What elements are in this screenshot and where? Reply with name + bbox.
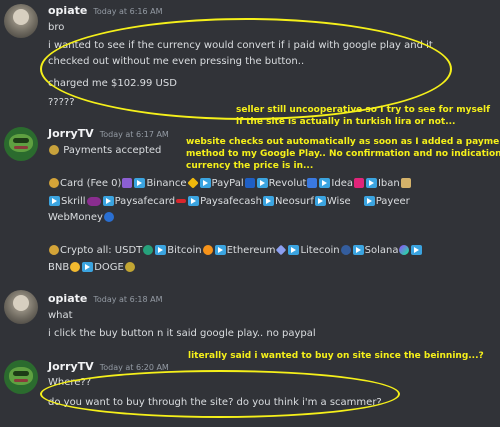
arrow-icon <box>214 245 226 255</box>
arrow-icon <box>199 178 211 188</box>
arrow-icon <box>363 196 375 206</box>
card-icon <box>122 178 133 188</box>
message-text: ????? <box>48 97 75 108</box>
username[interactable]: opiate Today at 6:16 AM <box>48 4 163 17</box>
ethereum-icon <box>276 244 287 256</box>
bnb-icon <box>70 262 81 272</box>
chat-log: opiate Today at 6:16 AM bro i wanted to s… <box>0 0 500 427</box>
arrow-icon <box>319 178 331 188</box>
doge-icon <box>124 262 135 272</box>
avatar[interactable] <box>4 360 38 394</box>
arrow-icon <box>134 178 146 188</box>
username[interactable]: JorryTV Today at 6:20 AM <box>48 360 169 373</box>
arrow-icon <box>352 245 364 255</box>
annotation-note-2: website checks out automatically as soon… <box>186 137 500 171</box>
arrow-icon <box>155 245 167 255</box>
avatar[interactable] <box>4 127 38 161</box>
username[interactable]: opiate Today at 6:18 AM <box>48 292 163 305</box>
annotation-note-3: literally said i wanted to buy on site s… <box>188 351 484 361</box>
arrow-icon <box>82 262 94 272</box>
message-text: Where?? <box>48 377 92 388</box>
card-methods-row-1: Card (Fee 0) Binance PayPal Revolut Idea Iban <box>48 177 412 189</box>
card-methods-row-3: WebMoney <box>48 212 115 223</box>
idea-icon <box>353 178 364 188</box>
arrow-icon <box>49 196 60 206</box>
arrow-icon <box>188 196 200 206</box>
webmoney-icon <box>103 212 114 222</box>
paysafecard-icon <box>176 199 187 203</box>
crypto-methods-row-1: Crypto all: USDT Bitcoin Ethereum Litecoin S… <box>48 244 423 256</box>
message-text: checked out without me even pressing the… <box>48 56 305 67</box>
money-bag-icon <box>49 245 59 255</box>
arrow-icon <box>256 178 268 188</box>
avatar[interactable] <box>4 4 38 38</box>
timestamp: Today at 6:20 AM <box>99 363 169 372</box>
message-text: what <box>48 310 73 321</box>
money-bag-icon <box>49 145 59 155</box>
arrow-icon <box>262 196 274 206</box>
arrow-icon <box>411 245 423 255</box>
arrow-icon <box>314 196 326 206</box>
message-text: i wanted to see if the currency would co… <box>48 40 433 51</box>
skrill-icon <box>86 197 101 206</box>
highlight-ring <box>40 370 400 418</box>
bitcoin-icon <box>202 245 213 255</box>
message-text: bro <box>48 22 65 33</box>
message-text: i click the buy button n it said google … <box>48 328 316 339</box>
litecoin-icon <box>340 245 351 255</box>
username[interactable]: JorryTV Today at 6:17 AM <box>48 127 169 140</box>
crypto-methods-row-2: BNB DOGE <box>48 262 136 273</box>
timestamp: Today at 6:16 AM <box>93 7 163 16</box>
card-methods-row-2: Skrill Paysafecard Paysafecash Neosurf Wise P… <box>48 196 410 207</box>
timestamp: Today at 6:18 AM <box>93 295 163 304</box>
solana-icon <box>399 245 410 255</box>
revolut-icon <box>307 178 318 188</box>
timestamp: Today at 6:17 AM <box>99 130 169 139</box>
money-bag-icon <box>49 178 59 188</box>
paypal-icon <box>244 178 255 188</box>
arrow-icon <box>288 245 300 255</box>
message-text: charged me $102.99 USD <box>48 78 177 89</box>
annotation-note-1: seller still uncooperative so I try to s… <box>236 105 491 127</box>
arrow-icon <box>365 178 377 188</box>
arrow-icon <box>102 196 114 206</box>
avatar[interactable] <box>4 290 38 324</box>
message-text: do you want to buy through the site? do … <box>48 397 382 408</box>
bank-icon <box>400 178 411 188</box>
payments-header: Payments accepted <box>48 145 161 156</box>
binance-icon <box>186 177 199 189</box>
usdt-icon <box>143 245 154 255</box>
